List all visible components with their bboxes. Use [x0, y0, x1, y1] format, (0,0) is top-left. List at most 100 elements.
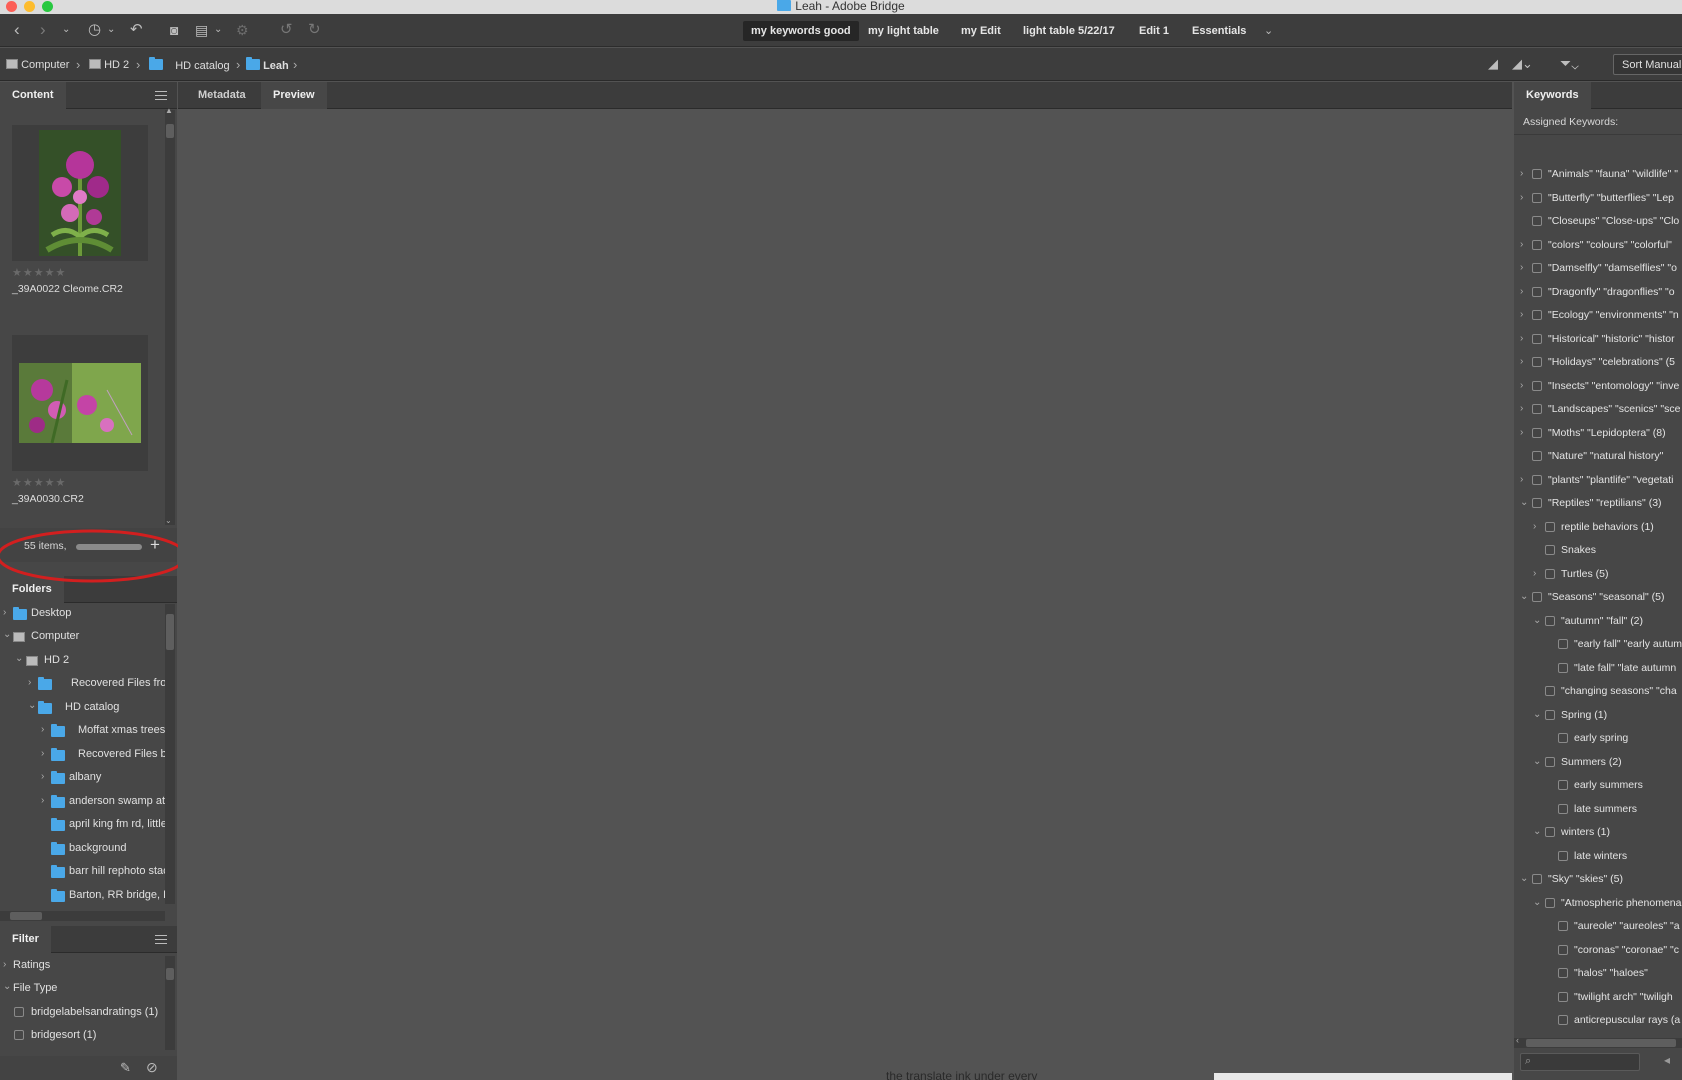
filter-scrollbar[interactable]: [165, 956, 175, 1050]
keyword-item[interactable]: late winters: [1514, 850, 1682, 868]
history-dropdown-icon[interactable]: ⌄: [107, 21, 115, 39]
keyword-item[interactable]: › "Historical" "historic" "histor: [1514, 333, 1682, 351]
keyword-checkbox[interactable]: [1532, 404, 1542, 414]
scroll-down-icon[interactable]: ⌄: [165, 516, 172, 525]
new-keyword-icon[interactable]: ◂: [1664, 1053, 1670, 1067]
keyword-checkbox[interactable]: [1545, 521, 1555, 532]
folder-item[interactable]: ⌄ HD catalog: [0, 698, 165, 718]
workspace-tab-1[interactable]: my light table: [860, 21, 947, 41]
panel-menu-icon[interactable]: [155, 935, 167, 944]
keyword-checkbox[interactable]: [1545, 827, 1555, 837]
keyword-checkbox[interactable]: [1532, 239, 1542, 250]
keyword-item[interactable]: "halos" "haloes": [1514, 967, 1682, 985]
tab-preview[interactable]: Preview: [261, 82, 327, 109]
keyword-checkbox[interactable]: [1532, 498, 1542, 508]
recent-dropdown-icon[interactable]: ⌄: [62, 21, 70, 39]
keyword-item[interactable]: › "Moths" "Lepidoptera" (8): [1514, 427, 1682, 445]
keyword-checkbox[interactable]: [1558, 1015, 1568, 1025]
tab-metadata[interactable]: Metadata: [186, 82, 258, 109]
expand-chevron-icon[interactable]: ›: [1520, 403, 1523, 414]
tab-filter[interactable]: Filter: [0, 926, 51, 953]
keyword-item[interactable]: ⌄ Spring (1): [1514, 709, 1682, 727]
keyword-item[interactable]: › "Dragonfly" "dragonflies" "o: [1514, 286, 1682, 304]
keyword-item[interactable]: "Closeups" "Close-ups" "Clo: [1514, 215, 1682, 233]
keyword-item[interactable]: "twilight arch" "twiligh: [1514, 991, 1682, 1009]
keyword-item[interactable]: ⌄ "Seasons" "seasonal" (5): [1514, 591, 1682, 609]
breadcrumb-computer[interactable]: Computer: [6, 59, 69, 71]
keyword-checkbox[interactable]: [1558, 662, 1568, 673]
back-arrow-icon[interactable]: ‹: [14, 21, 20, 39]
keyword-checkbox[interactable]: [1545, 545, 1555, 555]
keyword-checkbox[interactable]: [1532, 474, 1542, 485]
keyword-checkbox[interactable]: [1545, 897, 1555, 908]
keyword-checkbox[interactable]: [1545, 686, 1555, 696]
thumbnail-quality-icon[interactable]: ◢⌄: [1512, 55, 1533, 73]
keyword-item[interactable]: › "Holidays" "celebrations" (5: [1514, 356, 1682, 374]
breadcrumb-leah[interactable]: Leah: [246, 57, 289, 72]
rotate-left-icon[interactable]: ↺: [280, 21, 293, 39]
sort-dropdown[interactable]: Sort Manual: [1613, 54, 1682, 75]
keyword-item[interactable]: "late fall" "late autumn: [1514, 662, 1682, 680]
expand-chevron-icon[interactable]: ›: [1520, 239, 1523, 250]
collapse-chevron-icon[interactable]: ⌄: [1533, 756, 1541, 767]
tab-content[interactable]: Content: [0, 82, 66, 109]
clear-filter-icon[interactable]: ⊘: [146, 1059, 158, 1076]
keyword-item[interactable]: ⌄ "Reptiles" "reptilians" (3): [1514, 497, 1682, 515]
folder-item[interactable]: › albany: [0, 768, 165, 788]
keyword-checkbox[interactable]: [1558, 850, 1568, 861]
keyword-checkbox[interactable]: [1558, 944, 1568, 955]
keyword-checkbox[interactable]: [1545, 709, 1555, 720]
keyword-item[interactable]: "coronas" "coronae" "c: [1514, 944, 1682, 962]
keyword-item[interactable]: Snakes: [1514, 544, 1682, 562]
expand-chevron-icon[interactable]: ›: [1520, 427, 1523, 438]
folder-item[interactable]: background: [0, 839, 165, 859]
keyword-item[interactable]: "aureole" "aureoles" "a: [1514, 920, 1682, 938]
collapse-chevron-icon[interactable]: ⌄: [1533, 897, 1541, 908]
folder-item[interactable]: Barton, RR bridge, H: [0, 886, 165, 906]
thumbnail-card[interactable]: [12, 335, 148, 471]
filter-option[interactable]: bridgelabelsandratings (1): [0, 1003, 165, 1023]
boomerang-icon[interactable]: ↶: [130, 21, 143, 39]
keyword-checkbox[interactable]: [1532, 451, 1542, 461]
tab-keywords[interactable]: Keywords: [1514, 82, 1591, 109]
scroll-up-icon[interactable]: ▲: [165, 106, 173, 115]
expand-chevron-icon[interactable]: ›: [1520, 168, 1523, 179]
workspace-more-chevron-icon[interactable]: ⌄: [1264, 22, 1273, 40]
collapse-chevron-icon[interactable]: ⌄: [1520, 497, 1528, 508]
keyword-item[interactable]: › "Ecology" "environments" "n: [1514, 309, 1682, 327]
filter-funnel-icon[interactable]: ⏷⌄: [1560, 54, 1579, 72]
keyword-item[interactable]: early summers: [1514, 779, 1682, 797]
content-scrollbar[interactable]: [165, 110, 175, 525]
keyword-checkbox[interactable]: [1545, 756, 1555, 767]
folder-item[interactable]: ›Recovered Files from: [0, 674, 165, 694]
expand-chevron-icon[interactable]: ›: [1520, 333, 1523, 344]
keyword-search-input[interactable]: ⌕: [1520, 1053, 1640, 1071]
keyword-checkbox[interactable]: [1532, 192, 1542, 203]
folder-item[interactable]: › Recovered Files br: [0, 745, 165, 765]
keyword-item[interactable]: › "colors" "colours" "colorful": [1514, 239, 1682, 257]
workspace-tab-3[interactable]: light table 5/22/17: [1015, 21, 1123, 41]
keyword-item[interactable]: › "Butterfly" "butterflies" "Lep: [1514, 192, 1682, 210]
folder-item[interactable]: › Desktop: [0, 604, 165, 624]
keyword-item[interactable]: ⌄ "Sky" "skies" (5): [1514, 873, 1682, 891]
rating-stars[interactable]: ★★★★★: [12, 476, 66, 489]
keyword-checkbox[interactable]: [1545, 615, 1555, 626]
forward-arrow-icon[interactable]: ›: [40, 21, 46, 39]
keyword-item[interactable]: › "Animals" "fauna" "wildlife" ": [1514, 168, 1682, 186]
expand-chevron-icon[interactable]: ›: [1520, 192, 1523, 203]
folder-item[interactable]: › anderson swamp at: [0, 792, 165, 812]
keyword-item[interactable]: early spring: [1514, 732, 1682, 750]
collapse-chevron-icon[interactable]: ⌄: [1533, 709, 1541, 720]
keyword-item[interactable]: › "plants" "plantlife" "vegetati: [1514, 474, 1682, 492]
keyword-checkbox[interactable]: [1532, 380, 1542, 391]
breadcrumb-hd-catalog[interactable]: HD catalog: [149, 57, 230, 72]
keyword-checkbox[interactable]: [1532, 169, 1542, 179]
history-clock-icon[interactable]: ◷: [88, 21, 101, 39]
rating-stars[interactable]: ★★★★★: [12, 266, 66, 279]
keyword-checkbox[interactable]: [1532, 333, 1542, 344]
open-in-camera-raw-icon[interactable]: ⚙: [236, 21, 249, 39]
pin-icon[interactable]: ✎: [120, 1060, 131, 1076]
keyword-checkbox[interactable]: [1558, 639, 1568, 649]
workspace-tab-4[interactable]: Edit 1: [1131, 21, 1177, 41]
expand-chevron-icon[interactable]: ›: [1520, 309, 1523, 320]
